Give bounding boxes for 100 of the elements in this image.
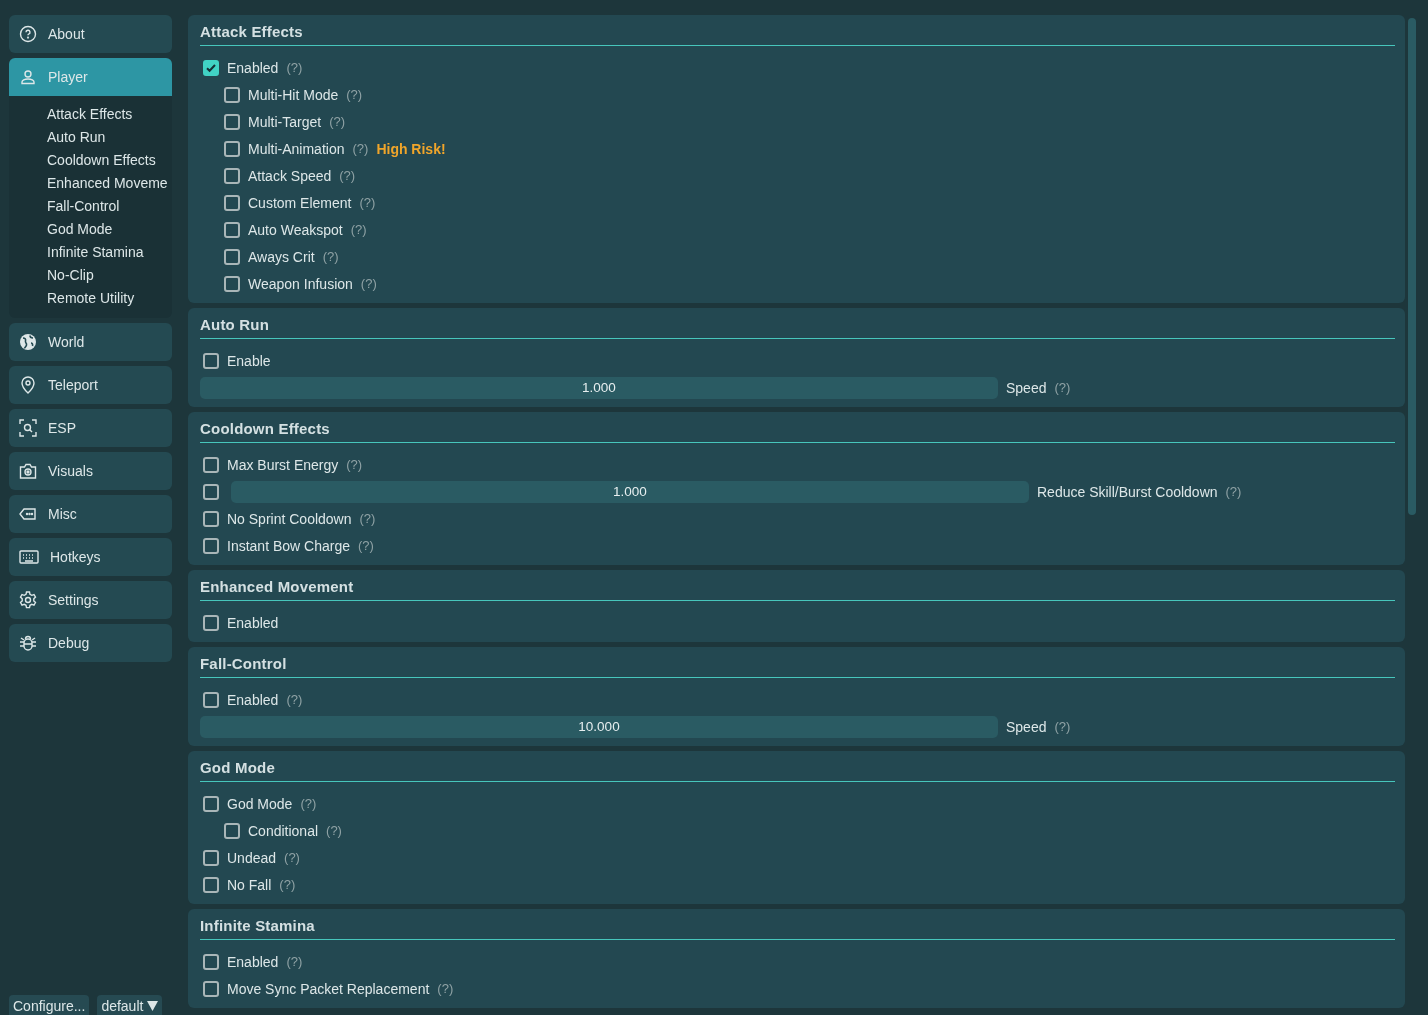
checkbox[interactable] [203, 953, 219, 970]
checkbox[interactable] [203, 483, 219, 500]
option-label: Multi-Hit Mode [248, 86, 339, 103]
checkbox[interactable] [224, 275, 240, 292]
nav-item[interactable]: About [9, 15, 172, 53]
nav-item[interactable]: World [9, 323, 172, 361]
section-title: Attack Effects [200, 22, 303, 42]
help-marker: (?) [437, 981, 454, 996]
help-marker: (?) [339, 168, 356, 183]
help-marker: (?) [352, 141, 369, 156]
section-title: Infinite Stamina [200, 916, 315, 936]
checkbox[interactable] [224, 822, 240, 839]
nav-item[interactable]: Visuals [9, 452, 172, 490]
option-label: Enable [227, 352, 271, 369]
checkbox[interactable] [203, 876, 219, 893]
checkbox[interactable] [203, 352, 219, 369]
checkbox[interactable] [224, 221, 240, 238]
help-marker: (?) [350, 222, 367, 237]
checkbox[interactable] [203, 456, 219, 473]
checkbox[interactable] [203, 691, 219, 708]
subnav-item[interactable]: Cooldown Effects [47, 149, 156, 172]
help-marker: (?) [357, 538, 374, 553]
option-label: Undead [227, 849, 277, 866]
help-marker: (?) [279, 877, 296, 892]
section-title: God Mode [200, 758, 275, 778]
option-label: No Sprint Cooldown [227, 510, 352, 527]
nav-item[interactable]: Teleport [9, 366, 172, 404]
checkbox[interactable] [224, 86, 240, 103]
help-marker: (?) [359, 195, 376, 210]
option-label: Enabled [227, 614, 279, 631]
option-label: Enabled [227, 59, 279, 76]
subnav-item[interactable]: No-Clip [47, 264, 94, 287]
slider-label: Speed [1006, 379, 1047, 396]
nav-item[interactable]: Misc [9, 495, 172, 533]
help-marker: (?) [286, 954, 303, 969]
subnav-item[interactable]: Infinite Stamina [47, 241, 144, 264]
option-label: Auto Weakspot [248, 221, 343, 238]
help-icon [19, 25, 37, 43]
subnav-item[interactable]: Enhanced Moveme [47, 172, 168, 195]
option-label: Instant Bow Charge [227, 537, 350, 554]
settings-icon [19, 591, 37, 609]
keyboard-icon [19, 549, 39, 565]
option-label: Move Sync Packet Replacement [227, 980, 430, 997]
help-marker: (?) [286, 60, 303, 75]
help-marker: (?) [359, 511, 376, 526]
section-title: Enhanced Movement [200, 577, 354, 597]
checkbox[interactable] [203, 59, 219, 76]
slider[interactable]: 1.000 [231, 480, 1029, 503]
checkbox[interactable] [203, 614, 219, 631]
checkbox[interactable] [203, 980, 219, 997]
slider[interactable]: 1.000 [200, 376, 998, 399]
warning-text: High Risk! [376, 140, 446, 157]
help-marker: (?) [346, 457, 363, 472]
user-icon [19, 68, 37, 86]
tag-icon [19, 505, 37, 523]
option-label: Enabled [227, 691, 279, 708]
nav-item[interactable]: ESP [9, 409, 172, 447]
caret-icon [147, 1001, 159, 1011]
checkbox[interactable] [224, 248, 240, 265]
subnav-item[interactable]: Fall-Control [47, 195, 120, 218]
checkbox[interactable] [224, 194, 240, 211]
option-label: Multi-Animation [248, 140, 345, 157]
section-title: Fall-Control [200, 654, 287, 674]
nav-item[interactable]: Settings [9, 581, 172, 619]
option-label: Aways Crit [248, 248, 315, 265]
checkbox[interactable] [224, 167, 240, 184]
help-marker: (?) [284, 850, 300, 865]
profile-dropdown[interactable]: default [97, 995, 163, 1015]
help-marker: (?) [346, 87, 363, 102]
camera-icon [19, 462, 37, 480]
slider[interactable]: 10.000 [200, 715, 998, 738]
checkbox[interactable] [203, 510, 219, 527]
help-marker: (?) [1054, 719, 1071, 734]
checkbox[interactable] [203, 795, 219, 812]
subnav-item[interactable]: God Mode [47, 218, 113, 241]
checkbox[interactable] [203, 537, 219, 554]
help-marker: (?) [1054, 380, 1071, 395]
option-label: Attack Speed [248, 167, 332, 184]
section-title: Cooldown Effects [200, 419, 330, 439]
nav-item[interactable]: Hotkeys [9, 538, 172, 576]
checkbox[interactable] [224, 140, 240, 157]
slider-label: Speed [1006, 718, 1047, 735]
scrollbar[interactable] [1408, 18, 1416, 515]
option-label: Multi-Target [248, 113, 322, 130]
option-label: Conditional [248, 822, 319, 839]
help-marker: (?) [322, 249, 339, 264]
location-pin-icon [19, 376, 37, 394]
subnav-item[interactable]: Attack Effects [47, 103, 133, 126]
option-label: Weapon Infusion [248, 275, 353, 292]
checkbox[interactable] [203, 849, 219, 866]
option-label: God Mode [227, 795, 293, 812]
checkbox[interactable] [224, 113, 240, 130]
nav-item[interactable]: Debug [9, 624, 172, 662]
scan-search-icon [19, 419, 37, 437]
subnav-item[interactable]: Auto Run [47, 126, 106, 149]
configure-button[interactable]: Configure... [9, 995, 90, 1015]
option-label: No Fall [227, 876, 272, 893]
help-marker: (?) [286, 692, 303, 707]
subnav-item[interactable]: Remote Utility [47, 287, 135, 310]
option-label: Max Burst Energy [227, 456, 339, 473]
